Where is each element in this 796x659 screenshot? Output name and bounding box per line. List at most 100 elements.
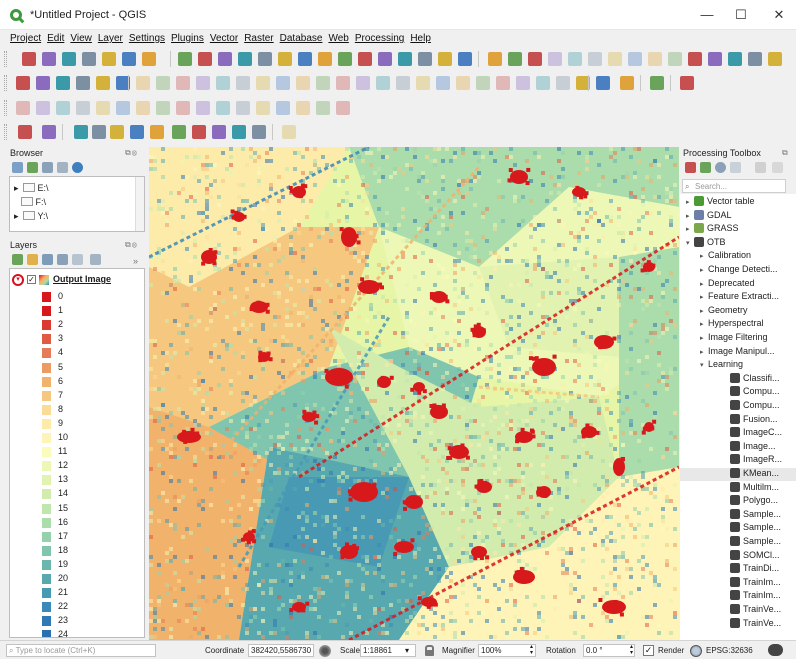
- zoom-layer-icon[interactable]: [256, 76, 270, 90]
- refresh-icon[interactable]: [396, 76, 410, 90]
- toolbox-tree-item[interactable]: Classifi...: [680, 372, 796, 386]
- toolbox-tree-item[interactable]: TrainVe...: [680, 617, 796, 631]
- collapsed-arrow-icon[interactable]: ▸: [700, 293, 708, 301]
- zoom-next-icon[interactable]: [338, 52, 352, 66]
- messages-icon[interactable]: [768, 644, 783, 656]
- collapsed-arrow-icon[interactable]: ▸: [700, 348, 708, 356]
- toolbox-tree-item[interactable]: Polygo...: [680, 495, 796, 508]
- pan-to-selection-icon[interactable]: [192, 125, 206, 139]
- collapsed-arrow-icon[interactable]: ▸: [700, 266, 708, 274]
- collapsed-arrow-icon[interactable]: ▸: [700, 320, 708, 328]
- zoom-out-icon[interactable]: [232, 125, 246, 139]
- collapsed-arrow-icon[interactable]: ▸: [686, 225, 694, 233]
- open-project-icon[interactable]: [648, 52, 662, 66]
- layers-panel-buttons[interactable]: ⧉⊗: [125, 240, 138, 250]
- pan-to-selection-icon[interactable]: [176, 101, 190, 115]
- new-project-icon[interactable]: [628, 52, 642, 66]
- toolbox-tree-item[interactable]: TrainDi...: [680, 563, 796, 576]
- field-calculator-icon[interactable]: [548, 52, 562, 66]
- magnifier-stepper[interactable]: ▴ ▾: [530, 644, 533, 656]
- zoom-last-icon[interactable]: [296, 76, 310, 90]
- zoom-in-icon[interactable]: [218, 52, 232, 66]
- options-icon[interactable]: [755, 162, 766, 173]
- toolbox-tree-item[interactable]: Sample...: [680, 536, 796, 549]
- toolbox-tree-item[interactable]: Fusion...: [680, 413, 796, 427]
- toolbox-tree-item[interactable]: ▸ Calibration: [680, 250, 796, 263]
- zoom-selection-icon[interactable]: [276, 76, 290, 90]
- menu-project[interactable]: Project: [7, 30, 44, 47]
- save-as-icon[interactable]: [680, 76, 694, 90]
- toolbox-tree-item[interactable]: Compu...: [680, 400, 796, 413]
- layout-manager-icon[interactable]: [130, 125, 144, 139]
- open-layer-styling-icon[interactable]: [12, 254, 23, 265]
- field-calculator-icon[interactable]: [516, 76, 530, 90]
- toolbox-tree-item[interactable]: SOMCl...: [680, 549, 796, 563]
- toolbox-tree-item[interactable]: ▾ OTB: [680, 236, 796, 250]
- save-project-icon[interactable]: [650, 76, 664, 90]
- print-layout-icon[interactable]: [110, 125, 124, 139]
- close-button[interactable]: ✕: [756, 0, 796, 30]
- menu-layer[interactable]: Layer: [95, 30, 126, 47]
- annotation-icon[interactable]: [588, 52, 602, 66]
- zoom-layer-icon[interactable]: [278, 52, 292, 66]
- toolbar-handle[interactable]: [4, 75, 7, 91]
- info-icon[interactable]: [72, 162, 83, 173]
- zoom-full-icon[interactable]: [236, 101, 250, 115]
- browser-item-f[interactable]: F:\: [14, 197, 46, 207]
- zoom-last-icon[interactable]: [318, 52, 332, 66]
- new-project-icon[interactable]: [16, 76, 30, 90]
- statistics-icon[interactable]: [528, 52, 542, 66]
- zoom-in-icon[interactable]: [212, 125, 226, 139]
- new-project-icon[interactable]: [16, 101, 30, 115]
- deselect-icon[interactable]: [456, 76, 470, 90]
- new-map-view-icon[interactable]: [358, 52, 372, 66]
- toolbox-tree-item[interactable]: TrainIm...: [680, 590, 796, 603]
- zoom-last-icon[interactable]: [296, 101, 310, 115]
- measure-icon[interactable]: [536, 76, 550, 90]
- save-project-icon[interactable]: [668, 52, 682, 66]
- magnifier-field[interactable]: 100%: [478, 644, 536, 657]
- add-group-icon[interactable]: [27, 254, 38, 265]
- menu-view[interactable]: View: [67, 30, 95, 47]
- identify-icon[interactable]: [438, 52, 452, 66]
- save-project-icon[interactable]: [74, 125, 88, 139]
- style-manager-icon[interactable]: [748, 52, 762, 66]
- toolbox-tree-item[interactable]: ▸ Feature Extracti...: [680, 291, 796, 304]
- scripts-icon[interactable]: [700, 162, 711, 173]
- save-as-icon[interactable]: [92, 125, 106, 139]
- collapsed-arrow-icon[interactable]: ▸: [700, 307, 708, 315]
- style-manager-icon[interactable]: [150, 125, 164, 139]
- filter-icon[interactable]: [42, 162, 53, 173]
- menu-database[interactable]: Database: [277, 30, 326, 47]
- statistics-icon[interactable]: [496, 76, 510, 90]
- expanded-arrow-icon[interactable]: ▾: [700, 361, 708, 369]
- new-project-icon[interactable]: [18, 125, 32, 139]
- collapse-all-icon[interactable]: [57, 162, 68, 173]
- pan-icon[interactable]: [156, 101, 170, 115]
- toolbox-tree-item[interactable]: Sample...: [680, 508, 796, 522]
- layout-manager-icon[interactable]: [122, 52, 136, 66]
- menu-processing[interactable]: Processing: [352, 30, 407, 47]
- menu-plugins[interactable]: Plugins: [168, 30, 207, 47]
- toolbox-tree-item[interactable]: Multilm...: [680, 481, 796, 495]
- add-selected-icon[interactable]: [12, 162, 23, 173]
- zoom-in-icon[interactable]: [196, 101, 210, 115]
- toggle-extents-icon[interactable]: [319, 645, 331, 657]
- attribute-table-icon[interactable]: [508, 52, 522, 66]
- style-manager-icon[interactable]: [142, 52, 156, 66]
- browser-item-e[interactable]: ▸ E:\: [14, 183, 49, 194]
- style-manager-icon[interactable]: [136, 76, 150, 90]
- toolbox-tree-item[interactable]: Compu...: [680, 386, 796, 399]
- attribute-table-icon[interactable]: [476, 76, 490, 90]
- print-layout-icon[interactable]: [96, 76, 110, 90]
- zoom-full-icon[interactable]: [236, 76, 250, 90]
- measure-icon[interactable]: [568, 52, 582, 66]
- toolbox-tree-item[interactable]: TrainVe...: [680, 604, 796, 617]
- menu-web[interactable]: Web: [325, 30, 351, 47]
- map-canvas[interactable]: [149, 147, 679, 640]
- scale-dropdown-icon[interactable]: ▾: [405, 646, 409, 655]
- crs-globe-icon[interactable]: [690, 645, 702, 657]
- new-project-icon[interactable]: [22, 52, 36, 66]
- zoom-selection-icon[interactable]: [298, 52, 312, 66]
- save-project-icon[interactable]: [56, 76, 70, 90]
